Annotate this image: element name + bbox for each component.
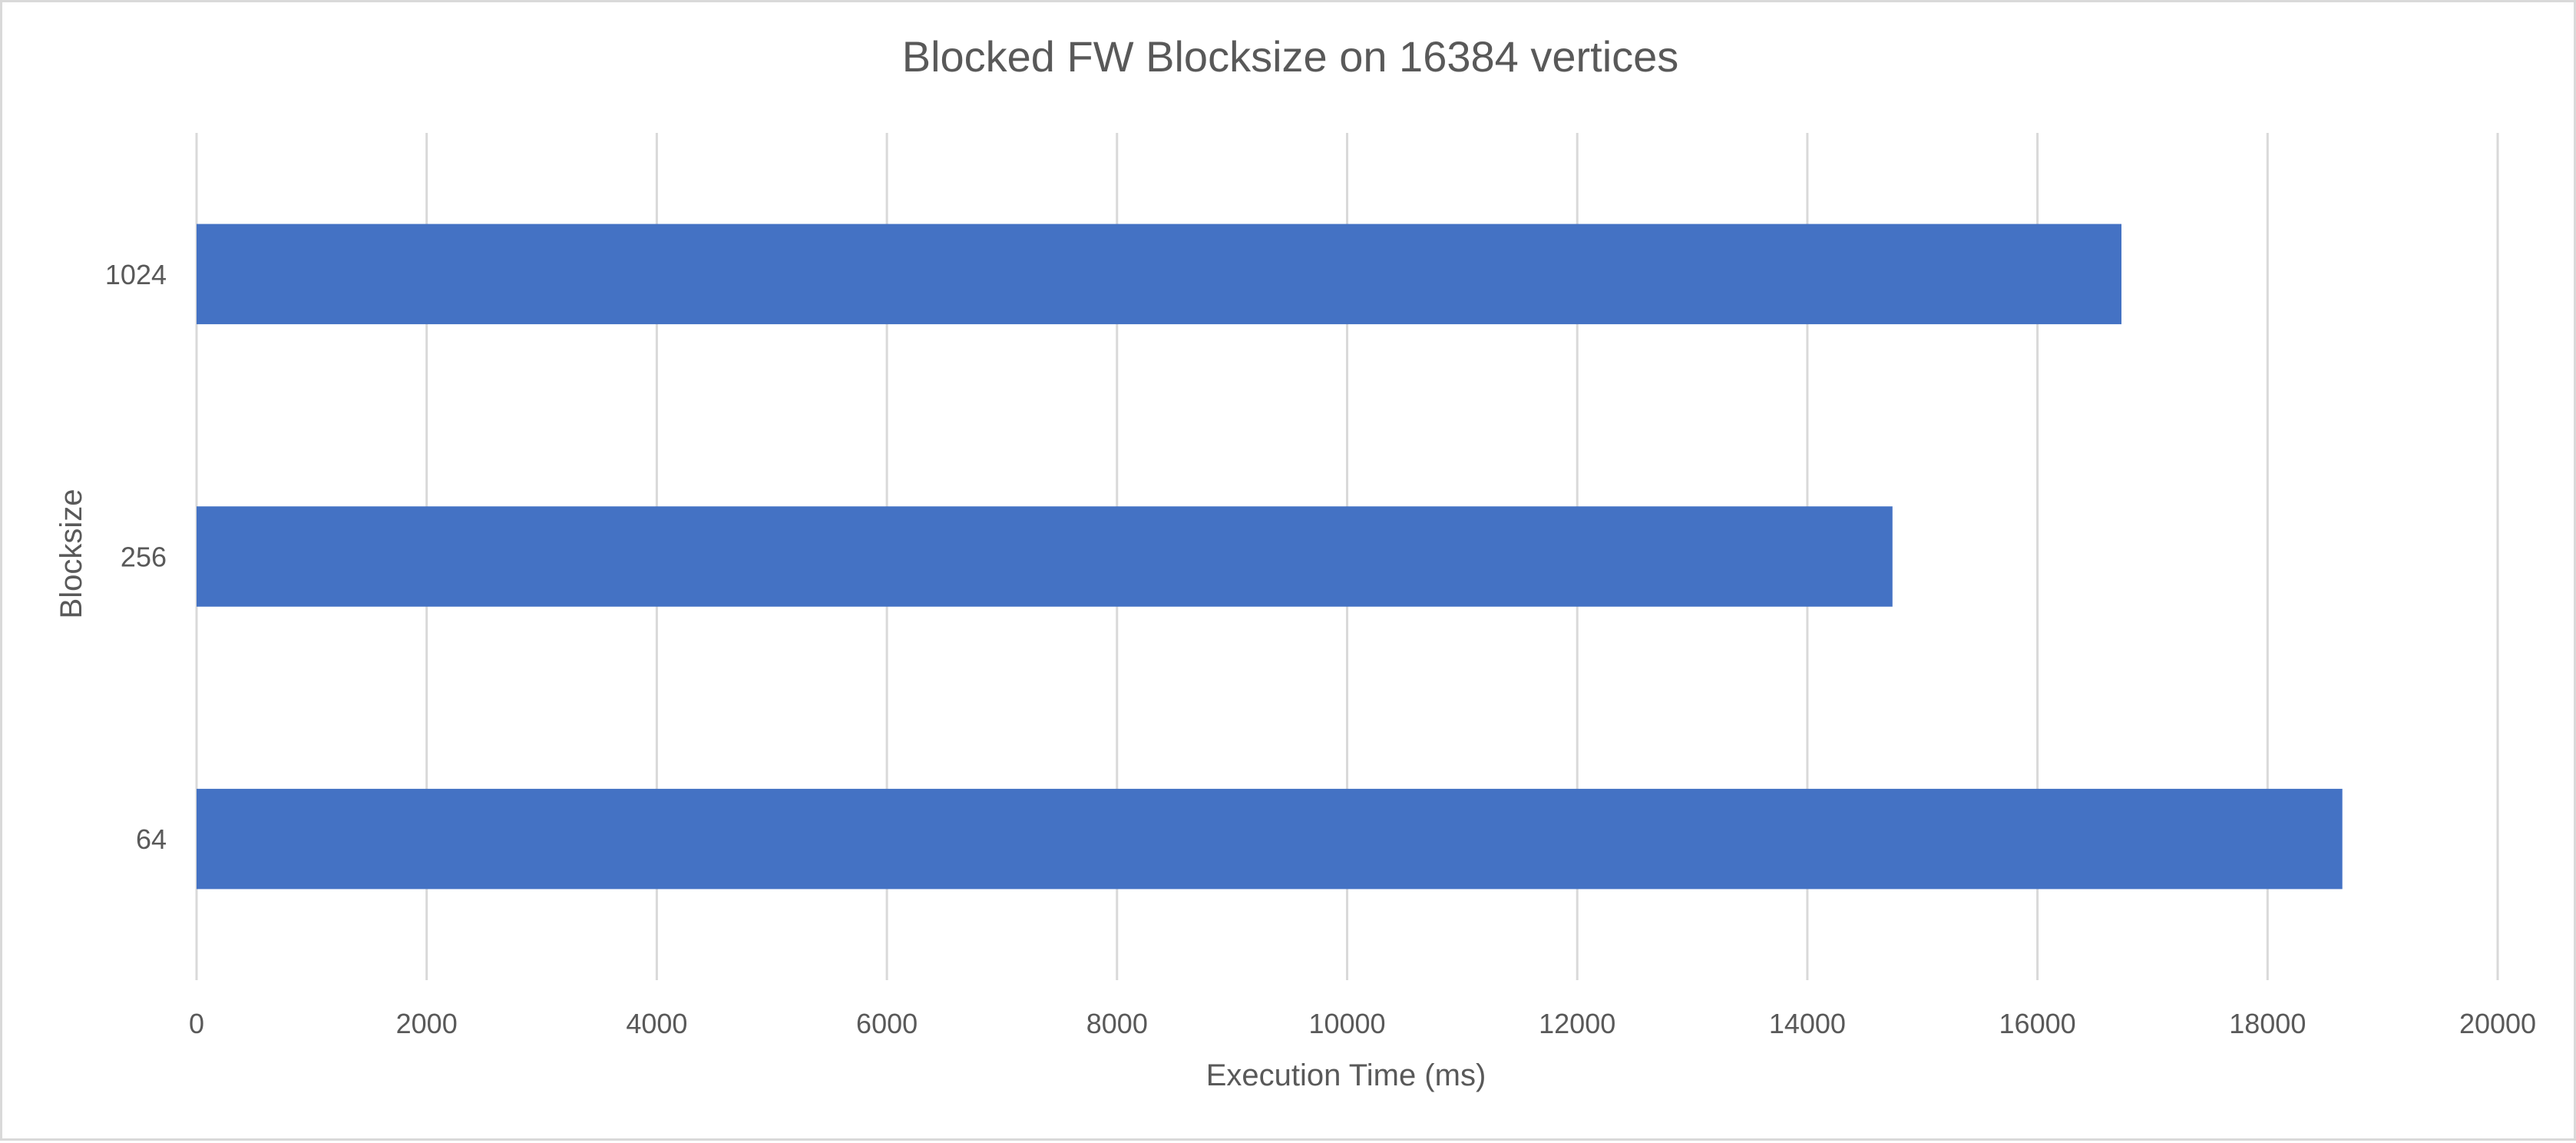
x-tick-label: 6000 — [856, 1008, 918, 1039]
x-tick-label: 14000 — [1769, 1008, 1846, 1039]
y-tick-label: 64 — [136, 823, 167, 855]
x-tick-label: 12000 — [1539, 1008, 1615, 1039]
x-tick-label: 16000 — [1999, 1008, 2076, 1039]
bar-1024 — [197, 224, 2121, 325]
x-tick-label: 2000 — [396, 1008, 458, 1039]
y-axis-title: Blocksize — [55, 489, 88, 619]
x-tick-label: 20000 — [2459, 1008, 2536, 1039]
x-tick-label: 4000 — [626, 1008, 687, 1039]
x-tick-labels: 0 2000 4000 6000 8000 10000 12000 14000 16000 180… — [189, 1008, 2536, 1039]
bar-64 — [197, 788, 2343, 890]
x-tick-label: 0 — [189, 1008, 204, 1039]
bars — [197, 224, 2343, 890]
x-tick-label: 18000 — [2229, 1008, 2306, 1039]
bar-256 — [197, 506, 1893, 607]
chart-plot: 0 2000 4000 6000 8000 10000 12000 14000 16000 180… — [55, 133, 2536, 1092]
x-tick-label: 8000 — [1086, 1008, 1148, 1039]
x-axis-title: Execution Time (ms) — [1206, 1059, 1486, 1092]
y-tick-label: 256 — [121, 542, 167, 573]
y-tick-labels: 1024 256 64 — [105, 259, 167, 855]
x-tick-label: 10000 — [1308, 1008, 1385, 1039]
y-tick-label: 1024 — [105, 259, 167, 290]
chart-frame: Blocked FW Blocksize on 16384 vertices 0… — [0, 0, 2576, 1141]
